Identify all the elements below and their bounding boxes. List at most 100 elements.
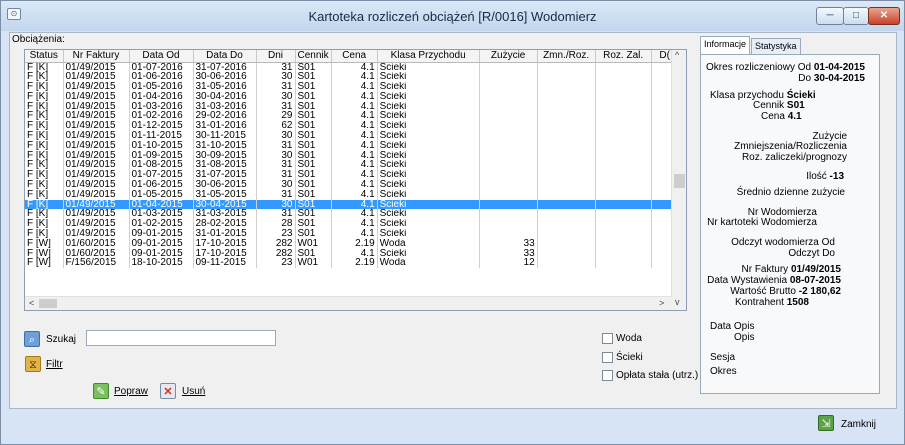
col-zmn-roz[interactable]: Zmn./Roz. (537, 50, 596, 63)
table-row[interactable]: F [K] 01/49/2015 01-04-2015 30-04-2015 30 S01… (25, 199, 679, 210)
close-button[interactable]: Zamknij (841, 419, 876, 430)
vertical-scrollbar[interactable]: ^ (671, 50, 686, 297)
search-label[interactable]: Szukaj (46, 334, 76, 345)
table-cell: 01-02-2015 (129, 219, 194, 230)
table-cell: F [K] (25, 91, 64, 102)
table-cell: S01 (295, 180, 332, 190)
table-row[interactable]: F [W] 01/60/2015 09-01-2015 17-10-2015 282 W0… (25, 238, 679, 249)
table-row[interactable]: F [K] 01/49/2015 01-05-2016 31-05-2016 31 S01… (25, 82, 679, 92)
table-row[interactable]: F [K] 01/49/2015 01-03-2016 31-03-2016 31 S01… (25, 101, 679, 112)
table-row[interactable]: F [K] 01/49/2015 01-12-2015 31-01-2016 62 S01… (25, 121, 679, 132)
table-cell (479, 140, 538, 151)
col-klasa-przychodu[interactable]: Klasa Przychodu (377, 50, 480, 63)
tab-statystyka[interactable]: Statystyka (751, 38, 801, 54)
table-cell: 33 (479, 238, 538, 249)
scieki-label[interactable]: Ścieki (616, 352, 643, 363)
table-row[interactable]: F [K] 01/49/2015 01-06-2015 30-06-2015 30 S01… (25, 180, 679, 190)
oplata-checkbox[interactable] (602, 370, 613, 381)
table-cell: Ścieki (377, 121, 480, 132)
col-data-od[interactable]: Data Od (129, 50, 194, 63)
col-zuzycie[interactable]: Zużycie (479, 50, 538, 63)
table-cell: 31 (256, 140, 296, 151)
obciazenia-grid[interactable]: Status Nr Faktury Data Od Data Do Dni Ce… (24, 49, 687, 311)
col-status[interactable]: Status (25, 50, 64, 63)
col-nr-faktury[interactable]: Nr Faktury (63, 50, 130, 63)
table-cell: 31-07-2015 (193, 170, 257, 181)
vertical-scroll-thumb[interactable] (674, 174, 685, 188)
table-cell: 01-05-2015 (129, 189, 194, 200)
woda-label[interactable]: Woda (616, 333, 642, 344)
table-row[interactable]: F [K] 01/49/2015 01-11-2015 30-11-2015 30 S01… (25, 131, 679, 141)
table-cell: Ścieki (377, 199, 480, 210)
table-row[interactable]: F [K] 01/49/2015 01-02-2016 29-02-2016 29 S01… (25, 111, 679, 122)
table-cell (537, 140, 596, 151)
cennik-row: Cennik S01 (753, 100, 805, 111)
oplata-label[interactable]: Opłata stała (utrz.) (616, 370, 698, 381)
horizontal-scrollbar[interactable]: < > (25, 296, 672, 310)
table-cell: 30-04-2015 (193, 199, 257, 210)
table-row[interactable]: F [K] 01/49/2015 01-05-2015 31-05-2015 31 S01… (25, 189, 679, 200)
table-cell: 01-11-2015 (129, 131, 194, 141)
nr-kartoteki-label: Nr kartoteki Wodomierza (707, 217, 817, 228)
table-cell: 2.19 (331, 238, 378, 249)
edit-button[interactable]: Popraw (114, 386, 148, 397)
scroll-up-arrow[interactable]: ^ (675, 50, 679, 60)
table-row[interactable]: F [K] 01/49/2015 01-07-2015 31-07-2015 31 S01… (25, 170, 679, 181)
scroll-right-arrow[interactable]: > (659, 298, 664, 308)
search-input[interactable] (86, 330, 276, 346)
scroll-left-arrow[interactable]: < (29, 298, 34, 308)
table-row[interactable]: F [K] 01/49/2015 09-01-2015 31-01-2015 23 S01… (25, 229, 679, 239)
filter-icon[interactable]: ⧖ (25, 356, 41, 372)
table-row[interactable]: F [K] 01/49/2015 01-04-2016 30-04-2016 30 S01… (25, 91, 679, 102)
col-data-do[interactable]: Data Do (193, 50, 257, 63)
table-cell (537, 91, 596, 102)
table-cell: Ścieki (377, 82, 480, 92)
search-icon[interactable]: ⌕ (24, 331, 40, 347)
delete-button[interactable]: Usuń (182, 386, 205, 397)
maximize-button[interactable]: □ (843, 7, 869, 25)
scieki-checkbox[interactable] (602, 352, 613, 363)
minimize-button[interactable]: ─ (816, 7, 844, 25)
table-cell (537, 248, 596, 259)
exit-icon[interactable]: ⇲ (818, 415, 834, 431)
table-row[interactable]: F [K] 01/49/2015 01-06-2016 30-06-2016 30 S01… (25, 72, 679, 83)
table-row[interactable]: F [K] 01/49/2015 01-03-2015 31-03-2015 31 S01… (25, 209, 679, 220)
table-cell: 01-06-2016 (129, 72, 194, 83)
col-dni[interactable]: Dni (256, 50, 296, 63)
edit-icon[interactable]: ✎ (93, 383, 109, 399)
table-cell: Ścieki (377, 189, 480, 200)
table-cell: 01-04-2016 (129, 91, 194, 102)
close-window-button[interactable]: ✕ (868, 7, 900, 25)
scroll-down-arrow[interactable]: v (675, 297, 680, 307)
table-row[interactable]: F [K] 01/49/2015 01-07-2016 31-07-2016 31 S01… (25, 62, 679, 73)
table-row[interactable]: F [W] F/156/2015 18-10-2015 09-11-2015 23 W01… (25, 258, 679, 269)
table-row[interactable]: F [K] 01/49/2015 01-09-2015 30-09-2015 30 S01… (25, 150, 679, 161)
col-cennik[interactable]: Cennik (295, 50, 332, 63)
table-cell: 17-10-2015 (193, 248, 257, 259)
col-roz-zal[interactable]: Roz. Zal. (595, 50, 652, 63)
table-cell: S01 (295, 82, 332, 92)
data-opis-label: Data Opis (710, 321, 755, 332)
table-cell (537, 62, 596, 73)
table-cell: 01/49/2015 (63, 121, 130, 132)
table-cell: 01/49/2015 (63, 82, 130, 92)
table-row[interactable]: F [K] 01/49/2015 01-02-2015 28-02-2015 28 S01… (25, 219, 679, 230)
table-cell: 01/49/2015 (63, 180, 130, 190)
table-cell: 4.1 (331, 219, 378, 230)
table-cell: 01/49/2015 (63, 140, 130, 151)
horizontal-scroll-thumb[interactable] (39, 299, 57, 308)
table-cell: Ścieki (377, 229, 480, 239)
okres-label: Okres rozliczeniowy Od (706, 62, 812, 73)
delete-icon[interactable]: ✕ (160, 383, 176, 399)
table-cell: 4.1 (331, 131, 378, 141)
table-row[interactable]: F [W] 01/60/2015 09-01-2015 17-10-2015 282 S0… (25, 248, 679, 259)
tab-informacje[interactable]: Informacje (700, 36, 751, 55)
title-bar[interactable]: ⊙ Kartoteka rozliczeń obciążeń [R/0016] … (1, 1, 904, 31)
table-row[interactable]: F [K] 01/49/2015 01-08-2015 31-08-2015 31 S01… (25, 160, 679, 171)
filter-button[interactable]: Filtr (46, 359, 63, 370)
col-cena[interactable]: Cena (331, 50, 378, 63)
woda-checkbox[interactable] (602, 333, 613, 344)
table-row[interactable]: F [K] 01/49/2015 01-10-2015 31-10-2015 31 S01… (25, 140, 679, 151)
table-cell: F [K] (25, 131, 64, 141)
obciazenia-table: Status Nr Faktury Data Od Data Do Dni Ce… (25, 50, 679, 269)
